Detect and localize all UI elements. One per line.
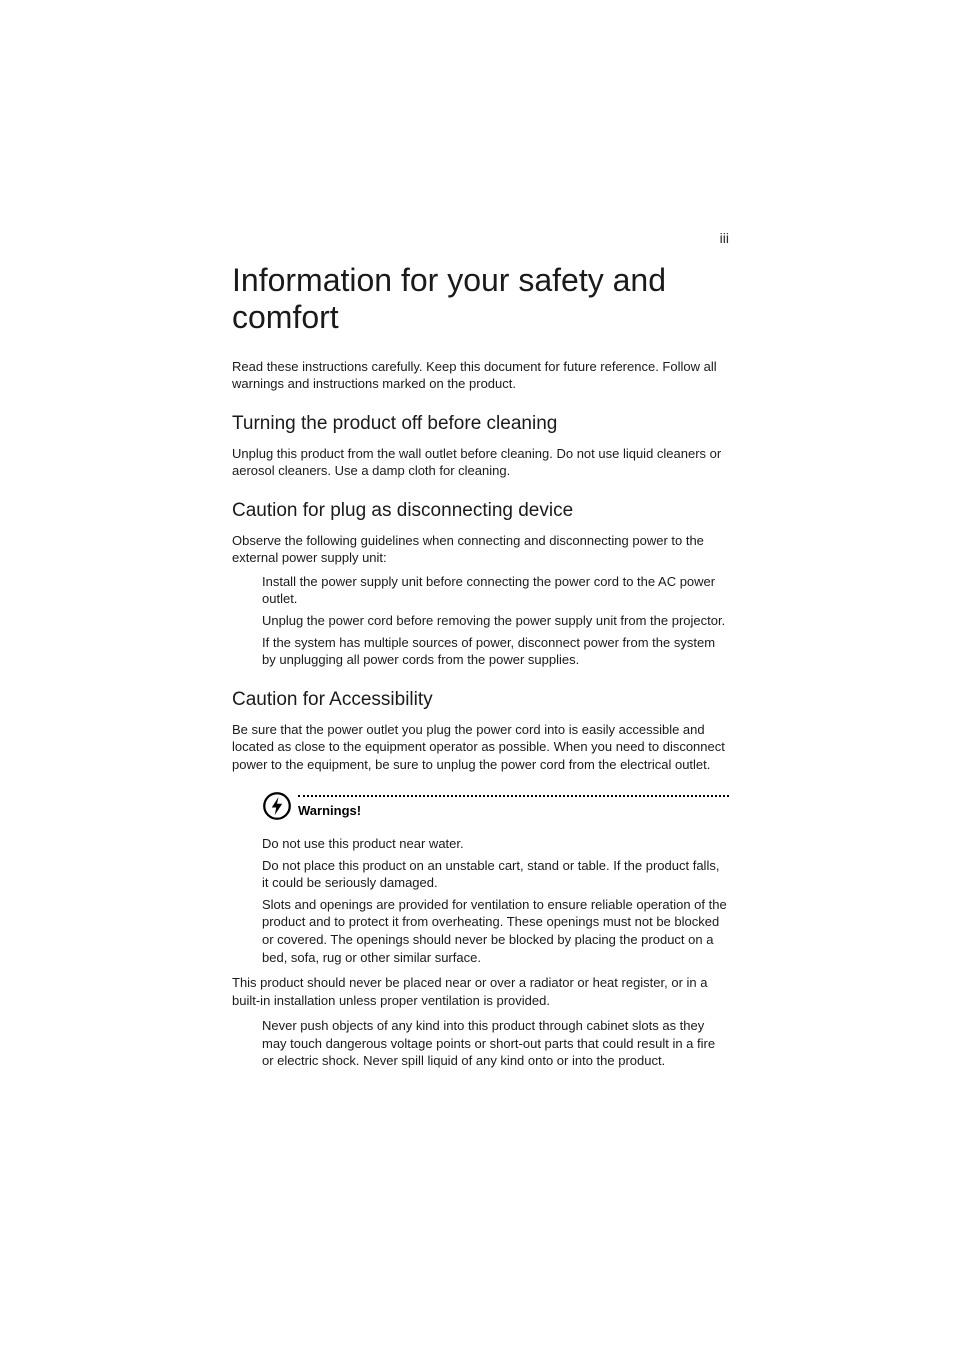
document-page: iii Information for your safety and comf… — [0, 0, 954, 1070]
section-body: Unplug this product from the wall outlet… — [232, 445, 729, 480]
list-item: Do not place this product on an unstable… — [262, 857, 729, 892]
dotted-divider — [298, 795, 729, 797]
lightning-circle-icon — [262, 791, 292, 821]
indented-list: Never push objects of any kind into this… — [232, 1017, 729, 1070]
section-heading: Caution for Accessibility — [232, 689, 729, 711]
section-body: Be sure that the power outlet you plug t… — [232, 721, 729, 774]
page-title: Information for your safety and comfort — [232, 262, 729, 336]
page-number: iii — [720, 230, 729, 246]
list-item: If the system has multiple sources of po… — [262, 634, 729, 669]
list-item: Unplug the power cord before removing th… — [262, 612, 729, 630]
indented-list: Install the power supply unit before con… — [232, 573, 729, 669]
section-heading: Caution for plug as disconnecting device — [232, 500, 729, 522]
list-item: Install the power supply unit before con… — [262, 573, 729, 608]
list-item: Slots and openings are provided for vent… — [262, 896, 729, 966]
list-item: Never push objects of any kind into this… — [262, 1017, 729, 1070]
intro-paragraph: Read these instructions carefully. Keep … — [232, 358, 729, 393]
list-item: Do not use this product near water. — [262, 835, 729, 853]
body-paragraph: This product should never be placed near… — [232, 974, 729, 1009]
section-heading: Turning the product off before cleaning — [232, 413, 729, 435]
warning-content: Warnings! — [298, 795, 729, 818]
warning-block: Warnings! — [232, 795, 729, 821]
section-body: Observe the following guidelines when co… — [232, 532, 729, 567]
warning-list: Do not use this product near water. Do n… — [232, 835, 729, 966]
warning-label: Warnings! — [298, 803, 729, 818]
